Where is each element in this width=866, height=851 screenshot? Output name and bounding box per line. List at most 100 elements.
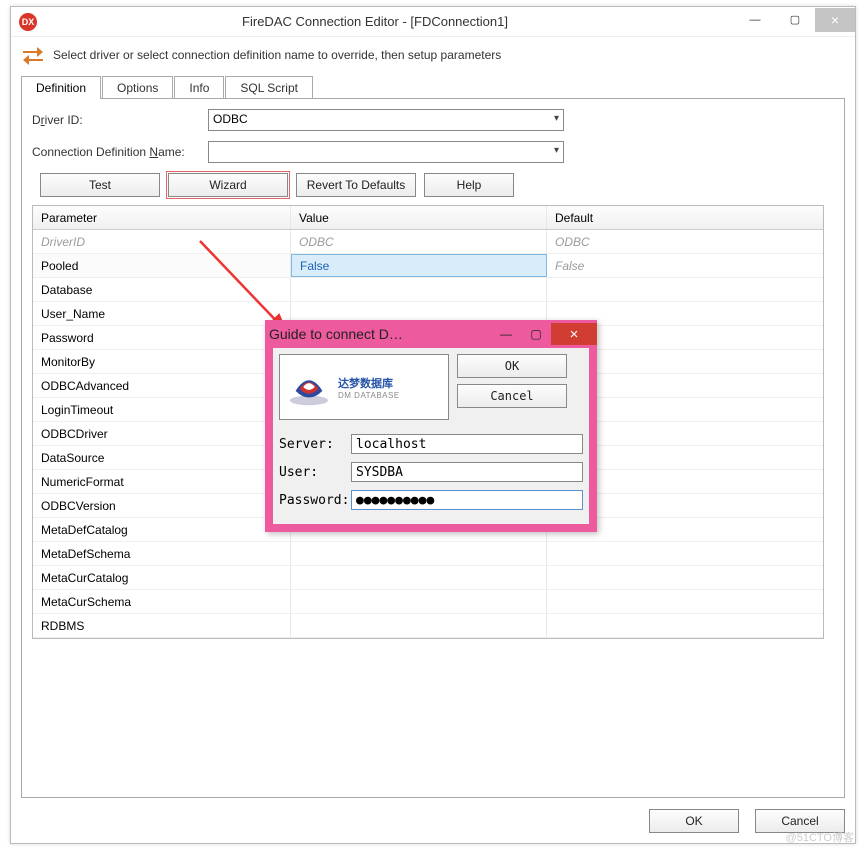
- param-cell: ODBCAdvanced: [33, 374, 291, 397]
- conn-def-combo[interactable]: ▾: [208, 141, 564, 163]
- password-input[interactable]: [351, 490, 583, 510]
- table-row[interactable]: MetaCurSchema: [33, 590, 823, 614]
- server-row: Server:: [279, 434, 583, 454]
- popup-maximize-button[interactable]: ▢: [521, 323, 551, 345]
- wizard-button[interactable]: Wizard: [168, 173, 288, 197]
- conn-def-row: Connection Definition Name: ▾: [32, 141, 834, 163]
- param-cell: DataSource: [33, 446, 291, 469]
- param-cell: User_Name: [33, 302, 291, 325]
- test-button[interactable]: Test: [40, 173, 160, 197]
- driver-id-row: Driver ID: ODBC ▾: [32, 109, 834, 131]
- tab-options[interactable]: Options: [102, 76, 173, 99]
- popup-ok-button[interactable]: OK: [457, 354, 567, 378]
- password-label: Password:: [279, 493, 351, 508]
- popup-body: 达梦数据库 DM DATABASE OK Cancel Server: User…: [273, 348, 589, 524]
- param-cell: LoginTimeout: [33, 398, 291, 421]
- value-cell[interactable]: False: [291, 254, 547, 277]
- driver-id-label: Driver ID:: [32, 113, 208, 127]
- col-value[interactable]: Value: [291, 206, 547, 229]
- col-default[interactable]: Default: [547, 206, 823, 229]
- conn-def-label: Connection Definition Name:: [32, 145, 208, 159]
- label-seg: iver ID:: [45, 113, 83, 127]
- table-row[interactable]: PooledFalseFalse: [33, 254, 823, 278]
- popup-cancel-button[interactable]: Cancel: [457, 384, 567, 408]
- label-seg: ame:: [158, 145, 185, 159]
- label-accel: N: [149, 145, 158, 159]
- param-cell: Password: [33, 326, 291, 349]
- grid-header: Parameter Value Default: [33, 206, 823, 230]
- watermark: @51CTO博客: [786, 829, 854, 845]
- minimize-button[interactable]: —: [735, 8, 775, 32]
- maximize-button[interactable]: ▢: [775, 8, 815, 32]
- popup-top-row: 达梦数据库 DM DATABASE OK Cancel: [279, 354, 583, 420]
- table-row[interactable]: MetaDefSchema: [33, 542, 823, 566]
- param-cell: DriverID: [33, 230, 291, 253]
- titlebar: DX FireDAC Connection Editor - [FDConnec…: [11, 7, 855, 37]
- chevron-down-icon: ▾: [554, 113, 559, 124]
- table-row[interactable]: RDBMS: [33, 614, 823, 638]
- logo-text-cn: 达梦数据库: [338, 375, 400, 391]
- tab-info[interactable]: Info: [174, 76, 224, 99]
- help-button[interactable]: Help: [424, 173, 514, 197]
- value-cell[interactable]: [291, 566, 547, 589]
- param-cell: ODBCVersion: [33, 494, 291, 517]
- dm-logo-icon: [286, 364, 332, 410]
- driver-id-combo[interactable]: ODBC ▾: [208, 109, 564, 131]
- param-cell: MetaDefSchema: [33, 542, 291, 565]
- db-logo: 达梦数据库 DM DATABASE: [279, 354, 449, 420]
- param-cell: Pooled: [33, 254, 291, 277]
- combo-value: ODBC: [213, 112, 248, 128]
- param-cell: NumericFormat: [33, 470, 291, 493]
- close-button[interactable]: ×: [815, 8, 855, 32]
- value-cell[interactable]: [291, 278, 547, 301]
- popup-titlebar: Guide to connect D… — ▢ ×: [265, 320, 597, 348]
- default-cell: False: [547, 254, 823, 277]
- tab-definition[interactable]: Definition: [21, 76, 101, 99]
- default-cell: ODBC: [547, 230, 823, 253]
- param-cell: MetaCurSchema: [33, 590, 291, 613]
- exchange-arrows-icon: [21, 45, 45, 65]
- value-cell[interactable]: [291, 590, 547, 613]
- password-row: Password:: [279, 490, 583, 510]
- param-cell: ODBCDriver: [33, 422, 291, 445]
- param-cell: RDBMS: [33, 614, 291, 637]
- default-cell: [547, 278, 823, 301]
- popup-close-button[interactable]: ×: [551, 323, 597, 345]
- subtitle-text: Select driver or select connection defin…: [53, 48, 501, 62]
- value-cell[interactable]: ODBC: [291, 230, 547, 253]
- param-cell: MonitorBy: [33, 350, 291, 373]
- tab-sql-script[interactable]: SQL Script: [225, 76, 313, 99]
- default-cell: [547, 566, 823, 589]
- default-cell: [547, 590, 823, 613]
- col-parameter[interactable]: Parameter: [33, 206, 291, 229]
- chevron-down-icon: ▾: [554, 145, 559, 156]
- logo-text-en: DM DATABASE: [338, 391, 400, 400]
- label-seg: Connection Definition: [32, 145, 149, 159]
- table-row[interactable]: Database: [33, 278, 823, 302]
- popup-button-col: OK Cancel: [457, 354, 583, 420]
- param-cell: Database: [33, 278, 291, 301]
- value-cell[interactable]: [291, 614, 547, 637]
- label-seg: D: [32, 113, 41, 127]
- param-cell: MetaDefCatalog: [33, 518, 291, 541]
- default-cell: [547, 542, 823, 565]
- server-label: Server:: [279, 437, 351, 452]
- server-input[interactable]: [351, 434, 583, 454]
- popup-minimize-button[interactable]: —: [491, 323, 521, 345]
- param-cell: MetaCurCatalog: [33, 566, 291, 589]
- tabstrip: Definition Options Info SQL Script: [21, 75, 845, 98]
- wizard-popup: Guide to connect D… — ▢ × 达梦数据库 DM DATAB…: [265, 320, 597, 532]
- table-row[interactable]: MetaCurCatalog: [33, 566, 823, 590]
- user-input[interactable]: [351, 462, 583, 482]
- table-row[interactable]: DriverIDODBCODBC: [33, 230, 823, 254]
- window-title: FireDAC Connection Editor - [FDConnectio…: [15, 14, 735, 29]
- revert-button[interactable]: Revert To Defaults: [296, 173, 416, 197]
- default-cell: [547, 614, 823, 637]
- user-row: User:: [279, 462, 583, 482]
- ok-button[interactable]: OK: [649, 809, 739, 833]
- user-label: User:: [279, 465, 351, 480]
- subtitle-bar: Select driver or select connection defin…: [11, 37, 855, 75]
- value-cell[interactable]: [291, 542, 547, 565]
- action-buttons: Test Wizard Revert To Defaults Help: [40, 173, 834, 197]
- popup-title: Guide to connect D…: [269, 326, 491, 342]
